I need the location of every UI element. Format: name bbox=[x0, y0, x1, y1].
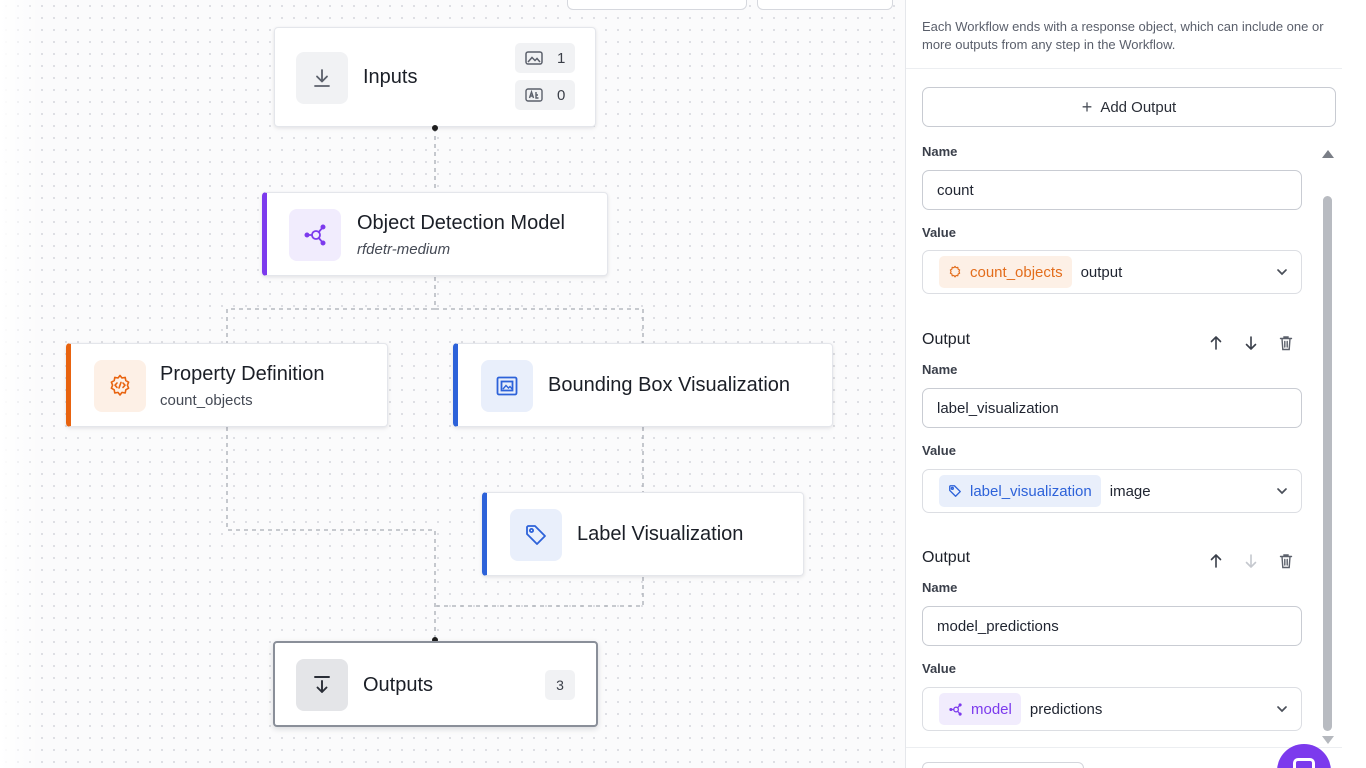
panel-scrollbar[interactable] bbox=[1322, 150, 1334, 745]
panel-divider bbox=[906, 68, 1342, 69]
scroll-down-arrow-icon[interactable] bbox=[1322, 736, 1334, 744]
workflow-canvas[interactable]: Inputs 1 0 Object Detection Model rfdetr… bbox=[0, 0, 905, 768]
object-detection-title: Object Detection Model bbox=[357, 212, 565, 234]
inputs-node[interactable]: Inputs 1 0 bbox=[274, 27, 596, 127]
output-2-kind: image bbox=[1109, 482, 1151, 500]
object-detection-model-id: rfdetr-medium bbox=[357, 241, 451, 258]
label-visualization-title: Label Visualization bbox=[577, 523, 744, 545]
trash-icon[interactable] bbox=[1277, 334, 1295, 352]
edge-label-to-outputs bbox=[435, 577, 644, 607]
chevron-down-icon bbox=[1275, 484, 1293, 498]
property-definition-node[interactable]: Property Definition count_objects bbox=[66, 343, 388, 427]
output-1-kind: output bbox=[1080, 263, 1123, 281]
tag-icon bbox=[949, 485, 961, 497]
code-gear-icon bbox=[949, 265, 961, 278]
model-graph-icon bbox=[949, 702, 962, 716]
add-output-label: Add Output bbox=[1100, 98, 1177, 116]
text-param-icon bbox=[525, 88, 543, 102]
output-3-heading: Output bbox=[922, 549, 971, 566]
label-visualization-node[interactable]: Label Visualization bbox=[482, 492, 804, 576]
edge-property-to-outputs bbox=[226, 427, 436, 640]
output-2-source-tag: label_visualization bbox=[939, 475, 1101, 507]
image-input-count: 1 bbox=[515, 43, 576, 73]
move-down-icon-disabled bbox=[1242, 552, 1260, 570]
trash-icon[interactable] bbox=[1277, 552, 1295, 570]
output-1-name-label: Name bbox=[922, 144, 958, 159]
bounding-box-node[interactable]: Bounding Box Visualization bbox=[453, 343, 833, 427]
output-3-actions bbox=[1207, 552, 1295, 570]
object-detection-node[interactable]: Object Detection Model rfdetr-medium bbox=[262, 192, 608, 276]
output-3-kind: predictions bbox=[1029, 700, 1103, 718]
parameter-input-count: 0 bbox=[515, 80, 576, 110]
bounding-box-icon bbox=[481, 360, 533, 412]
output-3-value-select[interactable]: model predictions bbox=[922, 687, 1302, 731]
outputs-node[interactable]: Outputs 3 bbox=[273, 641, 598, 727]
edge-detection-branch bbox=[226, 277, 644, 343]
output-2-name-label: Name bbox=[922, 362, 958, 377]
panel-footer-divider bbox=[906, 747, 1342, 748]
output-2-value-label: Value bbox=[922, 443, 956, 458]
bounding-box-title: Bounding Box Visualization bbox=[548, 374, 791, 396]
output-1-value-label: Value bbox=[922, 225, 956, 240]
panel-description: Each Workflow ends with a response objec… bbox=[922, 19, 1324, 52]
move-up-icon[interactable] bbox=[1207, 334, 1225, 352]
property-definition-title: Property Definition bbox=[160, 363, 325, 385]
output-3-source-tag: model bbox=[939, 693, 1021, 725]
image-icon bbox=[525, 51, 543, 65]
property-definition-name: count_objects bbox=[160, 392, 253, 409]
move-up-icon[interactable] bbox=[1207, 552, 1225, 570]
outputs-node-title: Outputs bbox=[363, 674, 434, 696]
chevron-down-icon bbox=[1275, 702, 1293, 716]
code-gear-icon bbox=[94, 360, 146, 412]
scrollbar-thumb[interactable] bbox=[1323, 196, 1332, 731]
tag-icon bbox=[510, 509, 562, 561]
output-1-value-select[interactable]: count_objects output bbox=[922, 250, 1302, 294]
output-2-name-input[interactable] bbox=[922, 388, 1302, 428]
download-icon bbox=[296, 52, 348, 104]
output-2-actions bbox=[1207, 334, 1295, 352]
download-to-tray-icon bbox=[296, 659, 348, 711]
outputs-count-badge: 3 bbox=[545, 670, 575, 700]
chat-icon bbox=[1293, 758, 1315, 768]
plus-icon: + bbox=[1081, 97, 1093, 117]
output-3-name-input[interactable] bbox=[922, 606, 1302, 646]
output-1-name-input[interactable] bbox=[922, 170, 1302, 210]
add-output-button[interactable]: + Add Output bbox=[922, 87, 1336, 127]
chevron-down-icon bbox=[1275, 265, 1293, 279]
output-3-name-label: Name bbox=[922, 580, 958, 595]
inputs-node-title: Inputs bbox=[363, 66, 418, 88]
output-2-value-select[interactable]: label_visualization image bbox=[922, 469, 1302, 513]
move-down-icon[interactable] bbox=[1242, 334, 1260, 352]
outputs-config-panel: Each Workflow ends with a response objec… bbox=[905, 0, 1366, 768]
output-2-heading: Output bbox=[922, 331, 971, 348]
scroll-up-arrow-icon[interactable] bbox=[1322, 150, 1334, 158]
model-graph-icon bbox=[289, 209, 341, 261]
output-3-value-label: Value bbox=[922, 661, 956, 676]
footer-button[interactable] bbox=[922, 762, 1084, 768]
output-1-source-tag: count_objects bbox=[939, 256, 1072, 288]
inputs-output-handle[interactable] bbox=[432, 125, 438, 131]
